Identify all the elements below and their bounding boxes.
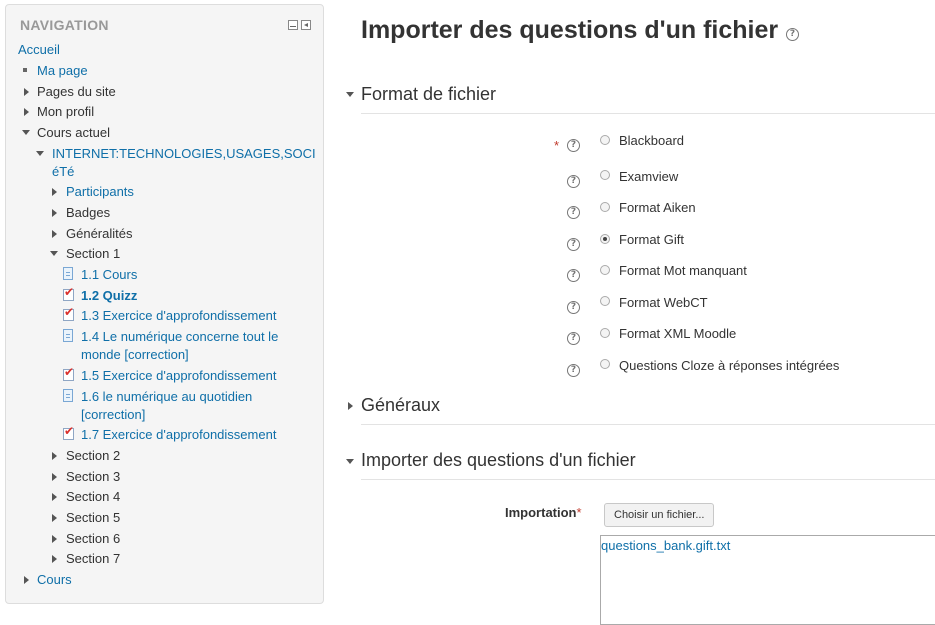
radio-missing-word[interactable] (600, 265, 610, 275)
nav-section[interactable]: Section 5 (66, 510, 120, 526)
import-field-label: Importation* (505, 505, 582, 520)
fieldset-legend[interactable]: Format de fichier (361, 84, 496, 105)
nav-my-page-link[interactable]: Ma page (37, 63, 88, 79)
expand-arrow-icon[interactable] (52, 230, 57, 238)
help-icon[interactable]: ? (567, 175, 580, 188)
expand-arrow-icon[interactable] (52, 535, 57, 543)
option-label: Format WebCT (619, 295, 708, 310)
navigation-title: NAVIGATION (20, 17, 109, 33)
activity-link[interactable]: monde [correction] (81, 347, 189, 363)
expand-arrow-icon[interactable] (52, 493, 57, 501)
required-icon: * (554, 138, 560, 153)
nav-site-pages[interactable]: Pages du site (37, 84, 116, 100)
activity-link[interactable]: 1.5 Exercice d'approfondissement (81, 368, 276, 384)
nav-section-1[interactable]: Section 1 (66, 246, 120, 262)
help-icon[interactable]: ? (567, 139, 580, 152)
page-icon (63, 389, 73, 402)
help-icon[interactable]: ? (567, 269, 580, 282)
activity-link[interactable]: 1.4 Le numérique concerne tout le (81, 329, 278, 345)
activity-link[interactable]: [correction] (81, 407, 145, 423)
activity-link[interactable]: 1.7 Exercice d'approfondissement (81, 427, 276, 443)
fieldset-general: Généraux (346, 395, 935, 425)
expand-arrow-icon[interactable] (24, 108, 29, 116)
selected-file-link[interactable]: questions_bank.gift.txt (601, 538, 730, 553)
expand-arrow-icon[interactable] (52, 555, 57, 563)
nav-courses-link[interactable]: Cours (37, 572, 72, 588)
option-label: Format Gift (619, 232, 685, 247)
quiz-icon (63, 424, 74, 440)
nav-section[interactable]: Section 3 (66, 469, 120, 485)
collapse-arrow-icon[interactable] (36, 151, 44, 156)
radio-xml-moodle[interactable] (600, 328, 610, 338)
help-icon[interactable]: ? (567, 238, 580, 251)
file-drop-area[interactable]: questions_bank.gift.txt (600, 535, 935, 625)
radio-gift[interactable] (600, 234, 610, 244)
expand-arrow-icon[interactable] (52, 209, 57, 217)
expand-arrow-icon[interactable] (348, 402, 353, 410)
nav-home-link[interactable]: Accueil (18, 42, 60, 58)
quiz-icon (63, 305, 74, 321)
section-divider (361, 479, 935, 480)
section-divider (361, 424, 935, 425)
bullet-icon (23, 68, 27, 72)
fieldset-legend[interactable]: Importer des questions d'un fichier (361, 450, 636, 471)
page-icon (63, 329, 73, 342)
collapse-arrow-icon[interactable] (346, 459, 354, 464)
radio-cloze[interactable] (600, 359, 610, 369)
activity-link[interactable]: 1.1 Cours (81, 267, 137, 283)
fieldset-import: Importer des questions d'un fichier (346, 450, 935, 480)
collapse-arrow-icon[interactable] (346, 92, 354, 97)
option-label: Blackboard (619, 133, 685, 148)
expand-arrow-icon[interactable] (52, 452, 57, 460)
help-icon[interactable]: ? (786, 28, 799, 41)
help-icon[interactable]: ? (567, 364, 580, 377)
radio-examview[interactable] (600, 170, 610, 180)
help-icon[interactable]: ? (567, 332, 580, 345)
fieldset-file-format: Format de fichier (346, 84, 935, 114)
option-label: Format Aiken (619, 200, 696, 215)
option-label: Format Mot manquant (619, 263, 747, 278)
collapse-arrow-icon[interactable] (50, 251, 58, 256)
section-divider (361, 113, 935, 114)
help-icon[interactable]: ? (567, 206, 580, 219)
option-label: Questions Cloze à réponses intégrées (619, 358, 840, 373)
minimize-icon[interactable] (288, 20, 298, 30)
option-label: Format XML Moodle (619, 326, 737, 341)
quiz-icon (63, 285, 74, 301)
nav-current-course[interactable]: Cours actuel (37, 125, 110, 141)
quiz-icon (63, 365, 74, 381)
nav-participants-link[interactable]: Participants (66, 184, 134, 200)
expand-arrow-icon[interactable] (52, 473, 57, 481)
required-icon: * (576, 505, 582, 520)
expand-arrow-icon[interactable] (24, 576, 29, 584)
nav-section[interactable]: Section 4 (66, 489, 120, 505)
help-icon[interactable]: ? (567, 301, 580, 314)
radio-aiken[interactable] (600, 202, 610, 212)
collapse-arrow-icon[interactable] (22, 130, 30, 135)
choose-file-button[interactable]: Choisir un fichier... (604, 503, 715, 527)
page-icon (63, 267, 73, 280)
option-label: Examview (619, 169, 679, 184)
fieldset-legend[interactable]: Généraux (361, 395, 440, 416)
nav-section[interactable]: Section 6 (66, 531, 120, 547)
nav-course-name-line1[interactable]: INTERNET:TECHNOLOGIES,USAGES,SOCI (52, 146, 316, 162)
activity-link[interactable]: 1.3 Exercice d'approfondissement (81, 308, 276, 324)
activity-link-current[interactable]: 1.2 Quizz (81, 288, 137, 304)
nav-course-name-line2[interactable]: éTé (52, 164, 74, 180)
dock-icon[interactable] (301, 20, 311, 30)
page-title: Importer des questions d'un fichier (361, 16, 779, 44)
expand-arrow-icon[interactable] (24, 88, 29, 96)
radio-blackboard[interactable] (600, 135, 610, 145)
nav-generalites[interactable]: Généralités (66, 226, 132, 242)
radio-webct[interactable] (600, 296, 610, 306)
activity-link[interactable]: 1.6 le numérique au quotidien (81, 389, 252, 405)
nav-section[interactable]: Section 2 (66, 448, 120, 464)
nav-my-profile[interactable]: Mon profil (37, 104, 94, 120)
expand-arrow-icon[interactable] (52, 188, 57, 196)
nav-section[interactable]: Section 7 (66, 551, 120, 567)
expand-arrow-icon[interactable] (52, 514, 57, 522)
nav-badges[interactable]: Badges (66, 205, 110, 221)
